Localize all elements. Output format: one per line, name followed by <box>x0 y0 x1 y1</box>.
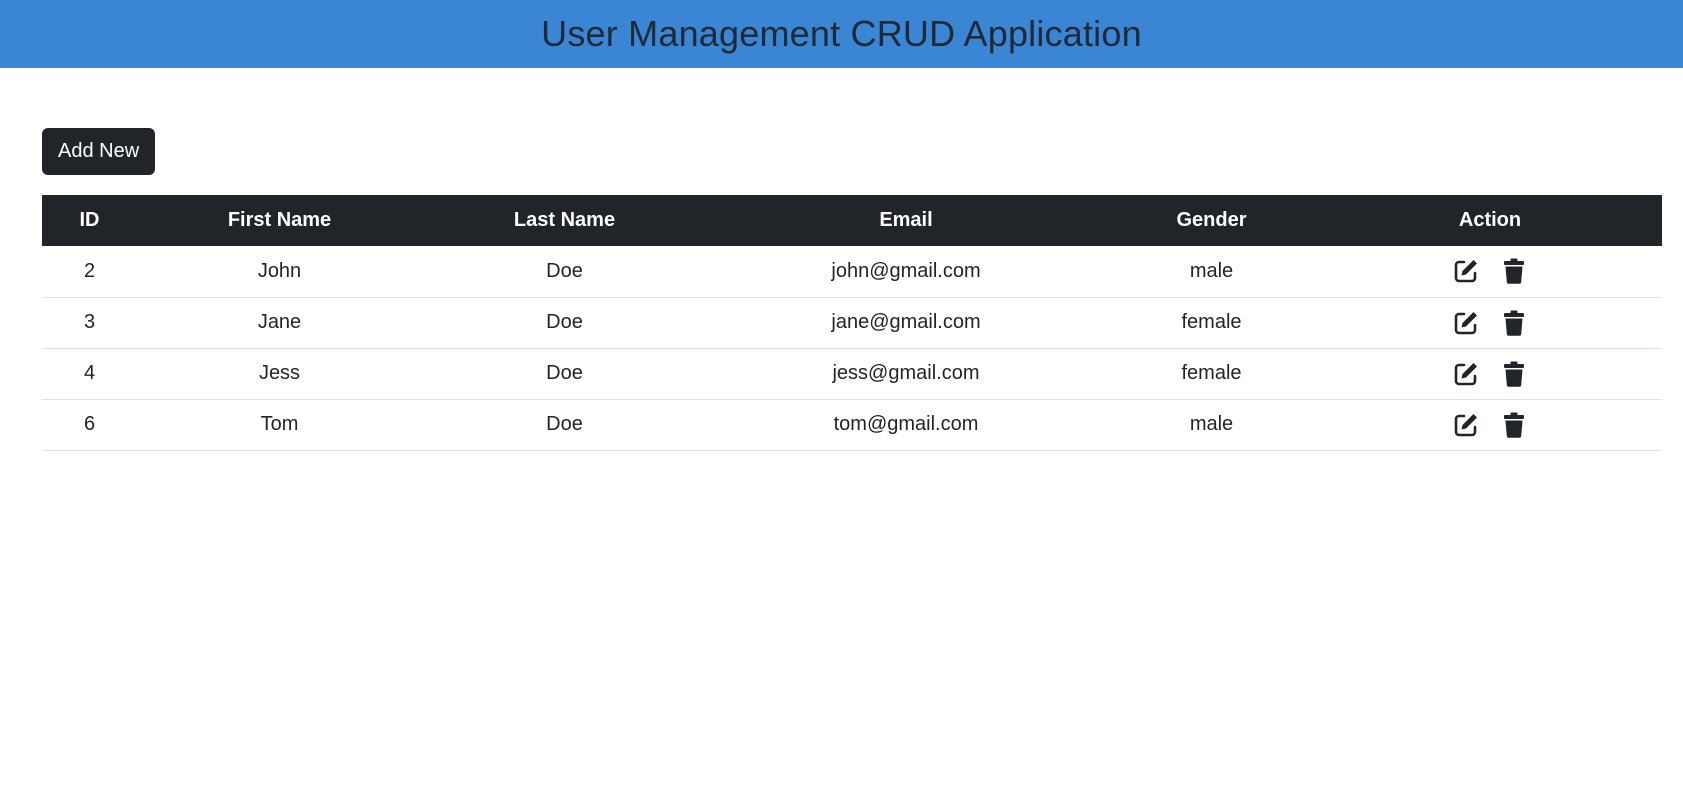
users-table: ID First Name Last Name Email Gender Act… <box>42 195 1662 451</box>
app-header: User Management CRUD Application <box>0 0 1683 68</box>
cell-last-name: Doe <box>546 362 583 384</box>
cell-first-name: Jess <box>258 362 301 384</box>
cell-last-name: Doe <box>546 259 583 282</box>
column-header-first-name: First Name <box>227 209 332 231</box>
table-row: 4 Jess Doe jess@gmail.com female <box>42 348 1662 399</box>
cell-email: jess@gmail.com <box>832 362 980 384</box>
cell-id: 2 <box>83 259 96 282</box>
main-content: Add New ID First Name Last Name Email Ge… <box>0 68 1683 451</box>
cell-actions <box>1318 399 1662 450</box>
cell-gender: male <box>1189 413 1234 435</box>
trash-icon[interactable] <box>1500 411 1528 439</box>
column-header-gender: Gender <box>1176 209 1247 231</box>
cell-actions <box>1318 348 1662 399</box>
cell-email: jane@gmail.com <box>831 311 981 333</box>
cell-first-name: John <box>257 259 302 282</box>
table-row: 2 John Doe john@gmail.com male <box>42 246 1662 297</box>
cell-gender: male <box>1189 259 1234 282</box>
page-title: User Management CRUD Application <box>541 13 1142 54</box>
cell-email: tom@gmail.com <box>833 413 979 435</box>
cell-gender: female <box>1181 362 1242 384</box>
cell-actions <box>1318 297 1662 348</box>
edit-icon[interactable] <box>1452 411 1480 439</box>
cell-first-name: Jane <box>257 311 302 333</box>
column-header-email: Email <box>879 209 933 231</box>
cell-first-name: Tom <box>260 413 299 435</box>
cell-id: 4 <box>83 362 96 384</box>
table-row: 3 Jane Doe jane@gmail.com female <box>42 297 1662 348</box>
table-header-row: ID First Name Last Name Email Gender Act… <box>42 195 1662 246</box>
cell-id: 3 <box>83 311 96 333</box>
table-row: 6 Tom Doe tom@gmail.com male <box>42 399 1662 450</box>
edit-icon[interactable] <box>1452 309 1480 337</box>
cell-gender: female <box>1181 311 1242 333</box>
edit-icon[interactable] <box>1452 257 1480 285</box>
cell-id: 6 <box>83 413 96 435</box>
column-header-last-name: Last Name <box>513 209 616 231</box>
trash-icon[interactable] <box>1500 257 1528 285</box>
cell-email: john@gmail.com <box>831 259 981 282</box>
add-new-button[interactable]: Add New <box>42 128 156 175</box>
trash-icon[interactable] <box>1500 360 1528 388</box>
trash-icon[interactable] <box>1500 309 1528 337</box>
cell-actions <box>1318 246 1662 297</box>
cell-last-name: Doe <box>546 311 583 333</box>
column-header-action: Action <box>1458 209 1522 231</box>
edit-icon[interactable] <box>1452 360 1480 388</box>
cell-last-name: Doe <box>546 413 583 435</box>
column-header-id: ID <box>79 209 100 231</box>
